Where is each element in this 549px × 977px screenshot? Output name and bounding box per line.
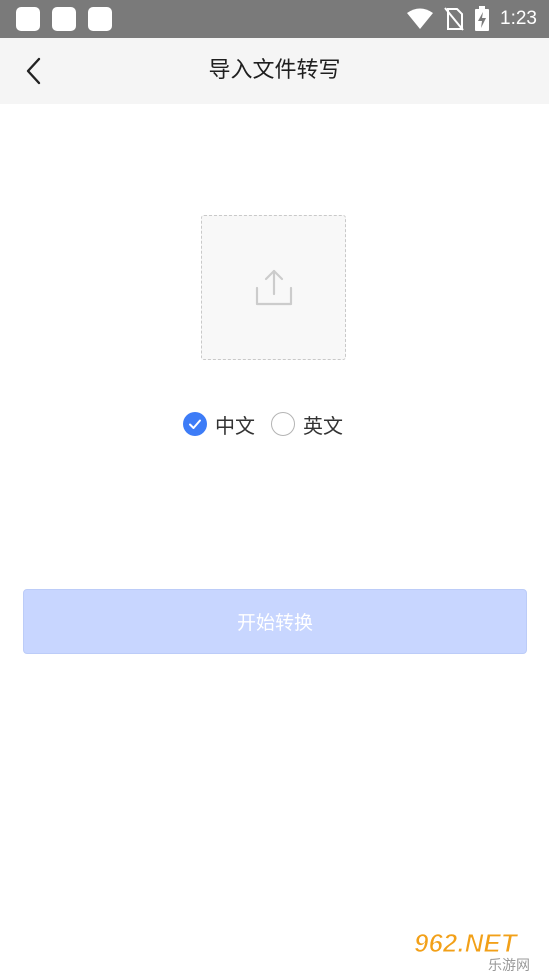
watermark-sub: 乐游网 (488, 958, 530, 972)
radio-label-chinese: 中文 (215, 413, 255, 438)
page-title: 导入文件转写 (208, 58, 341, 83)
radio-chinese[interactable]: 中文 (183, 410, 255, 439)
notification-square-icon (16, 7, 40, 31)
wifi-icon (407, 8, 434, 29)
radio-english[interactable]: 英文 (271, 410, 343, 439)
watermark-logo: 962.NET 乐游网 (414, 928, 531, 972)
upload-icon (255, 269, 292, 305)
notification-square-icon (52, 7, 76, 31)
radio-unchecked-icon[interactable] (271, 412, 295, 436)
checkmark-icon (189, 419, 201, 429)
radio-checked-icon[interactable] (183, 412, 207, 436)
no-sim-icon (444, 7, 464, 31)
app-bar: 导入文件转写 (0, 38, 549, 104)
notification-square-icon (88, 7, 112, 31)
chevron-left-icon (26, 57, 41, 85)
battery-charging-icon (475, 6, 490, 31)
radio-label-english: 英文 (303, 413, 343, 438)
watermark-brand: 962.NET (414, 928, 519, 958)
status-icons: 1:23 (406, 0, 537, 38)
start-convert-button[interactable]: 开始转换 (23, 589, 527, 654)
file-upload-area[interactable] (201, 215, 346, 360)
status-time: 1:23 (500, 8, 537, 29)
back-button[interactable] (16, 53, 52, 89)
status-bar: 1:23 (0, 0, 549, 38)
language-selector: 中文 英文 (183, 408, 343, 440)
